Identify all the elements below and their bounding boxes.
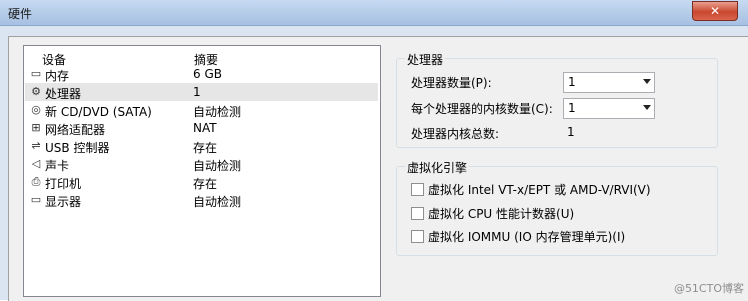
virtualize-cpu-counters-label[interactable]: 虚拟化 CPU 性能计数器(U) [428, 205, 574, 222]
device-name: 处理器 [45, 87, 82, 101]
processor-count-select[interactable]: 1 [563, 72, 655, 93]
device-summary: 自动检测 [193, 105, 242, 119]
virtualize-vtx-label[interactable]: 虚拟化 Intel VT-x/EPT 或 AMD-V/RVI(V) [428, 181, 651, 198]
device-summary: 存在 [193, 177, 218, 191]
device-row-sound-card[interactable]: ◁ 声卡 自动检测 [25, 155, 378, 174]
device-summary: NAT [193, 121, 217, 135]
device-list[interactable]: 设备 摘要 ▭ 内存 6 GB ⚙ 处理器 1 ◎ 新 CD/DVD (SATA… [23, 45, 381, 297]
device-row-memory[interactable]: ▭ 内存 6 GB [25, 65, 378, 83]
printer-icon: ⎙ [31, 175, 41, 188]
processor-group-title: 处理器 [405, 51, 446, 68]
chevron-down-icon [643, 79, 651, 84]
device-summary: 自动检测 [193, 159, 242, 173]
device-name: 新 CD/DVD (SATA) [45, 105, 152, 119]
total-cores-label: 处理器内核总数: [411, 127, 500, 141]
virtualization-group-title: 虚拟化引擎 [405, 159, 470, 176]
display-icon: ▭ [30, 193, 42, 206]
device-summary: 6 GB [193, 67, 222, 81]
cores-per-processor-select[interactable]: 1 [563, 98, 655, 119]
device-name: 声卡 [45, 159, 70, 173]
processor-icon: ⚙ [31, 85, 41, 98]
close-button[interactable]: ✕ [692, 1, 738, 21]
device-summary: 自动检测 [193, 195, 242, 209]
cores-per-processor-value: 1 [568, 101, 576, 115]
processor-group: 处理器 处理器数量(P): 1 每个处理器的内核数量(C): 1 处理器内核总数… [396, 51, 718, 148]
memory-icon: ▭ [30, 67, 42, 80]
total-cores-value: 1 [567, 125, 575, 139]
device-row-display[interactable]: ▭ 显示器 自动检测 [25, 191, 378, 210]
device-name: 网络适配器 [45, 123, 106, 137]
device-row-usb[interactable]: ⇌ USB 控制器 存在 [25, 137, 378, 156]
watermark: @51CTO博客 [673, 282, 744, 295]
virtualize-iommu-label[interactable]: 虚拟化 IOMMU (IO 内存管理单元)(I) [428, 228, 625, 245]
sound-card-icon: ◁ [31, 157, 41, 170]
usb-icon: ⇌ [31, 139, 41, 152]
virtualize-iommu-checkbox[interactable] [411, 230, 424, 243]
virtualize-cpu-counters-checkbox[interactable] [411, 207, 424, 220]
chevron-down-icon [643, 105, 651, 110]
device-row-printer[interactable]: ⎙ 打印机 存在 [25, 173, 378, 192]
cd-dvd-icon: ◎ [31, 103, 41, 116]
processor-count-label: 处理器数量(P): [411, 76, 492, 90]
device-name: 打印机 [45, 177, 82, 191]
device-row-processor[interactable]: ⚙ 处理器 1 [25, 83, 378, 101]
device-row-cd-dvd[interactable]: ◎ 新 CD/DVD (SATA) 自动检测 [25, 101, 378, 120]
device-list-header: 设备 摘要 [24, 46, 380, 67]
virtualize-vtx-checkbox[interactable] [411, 183, 424, 196]
network-adapter-icon: ⊞ [31, 121, 41, 134]
cores-per-processor-label: 每个处理器的内核数量(C): [411, 102, 553, 116]
device-name: 显示器 [45, 195, 82, 209]
window-frame: 设备 摘要 ▭ 内存 6 GB ⚙ 处理器 1 ◎ 新 CD/DVD (SATA… [0, 26, 748, 301]
device-summary: 存在 [193, 141, 218, 155]
device-name: USB 控制器 [45, 141, 110, 155]
window-title: 硬件 [8, 7, 33, 21]
device-row-network-adapter[interactable]: ⊞ 网络适配器 NAT [25, 119, 378, 137]
device-name: 内存 [45, 69, 70, 83]
virtualization-group: 虚拟化引擎 虚拟化 Intel VT-x/EPT 或 AMD-V/RVI(V) … [396, 159, 718, 256]
processor-count-value: 1 [568, 75, 576, 89]
device-summary: 1 [193, 85, 201, 99]
title-bar: 硬件 ✕ [0, 0, 748, 26]
